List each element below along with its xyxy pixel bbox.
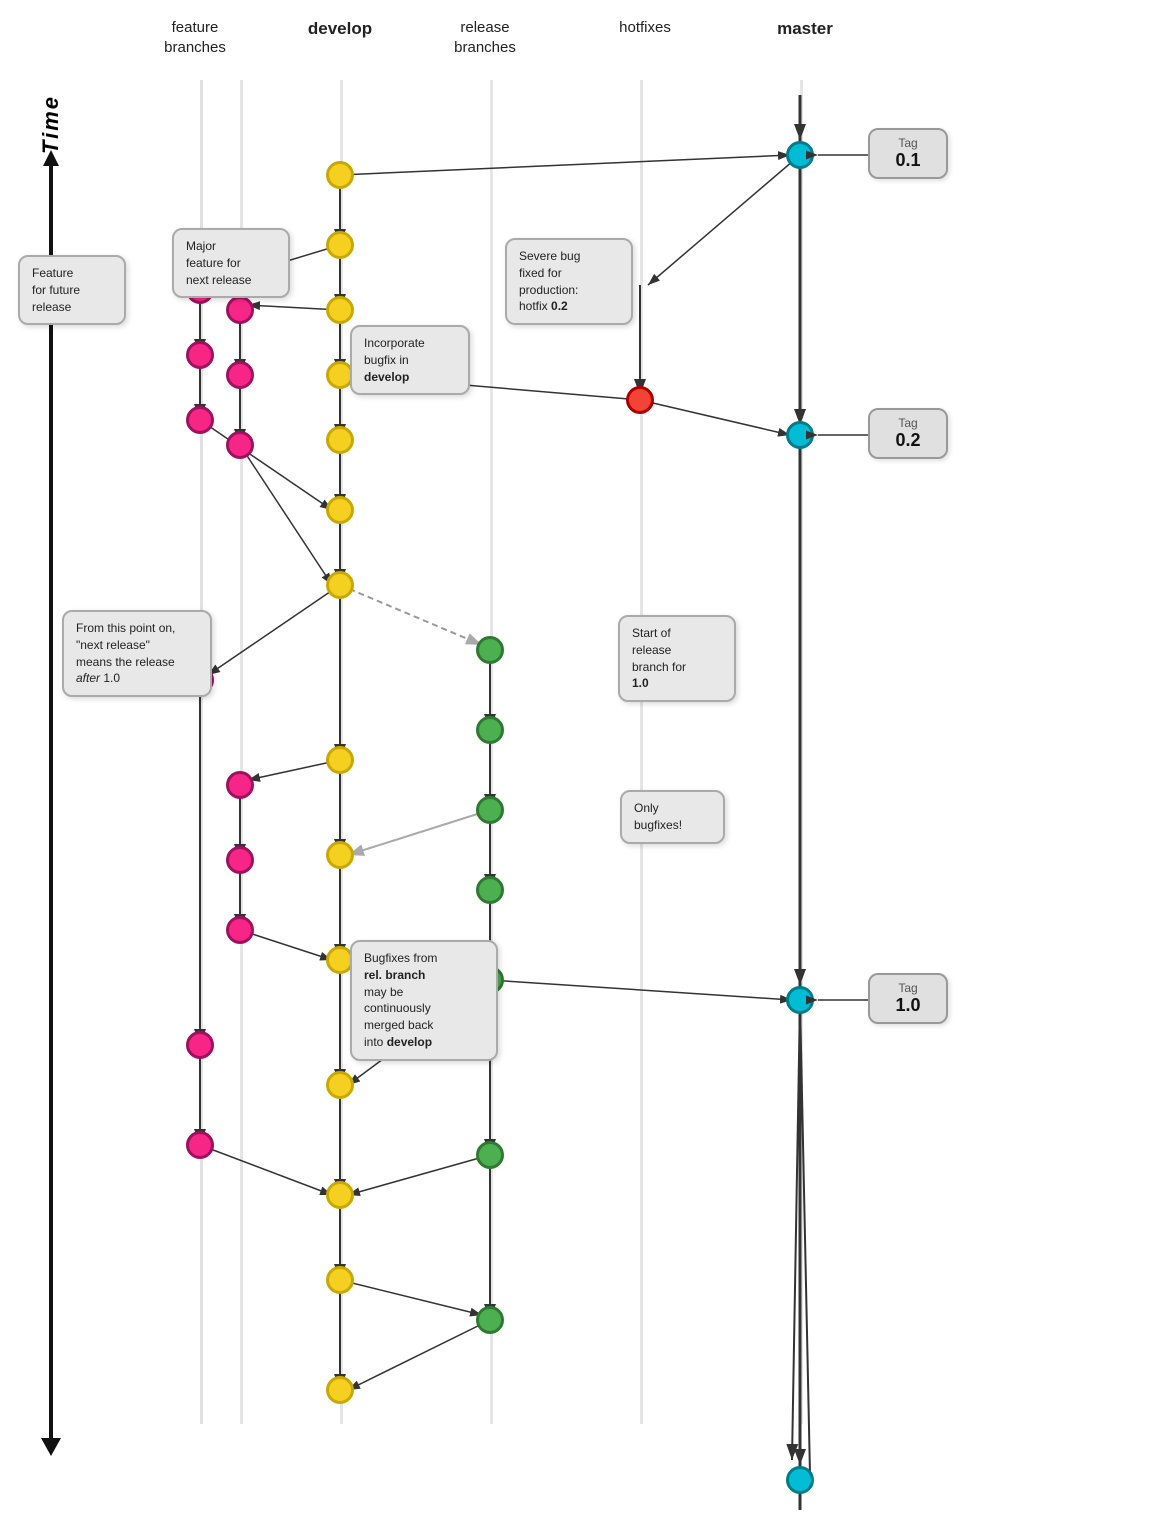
callout-next-release-means: From this point on,"next release"means t… (62, 610, 212, 697)
callout-start-release: Start ofreleasebranch for1.0 (618, 615, 736, 702)
node-p5 (226, 361, 254, 389)
tag-value-02: 0.2 (884, 430, 932, 451)
callout-feature-future: Featurefor futurerelease (18, 255, 126, 325)
node-p2 (186, 341, 214, 369)
node-r1 (626, 386, 654, 414)
tag-label-10: Tag (884, 981, 932, 995)
callout-bugfixes-merged: Bugfixes fromrel. branchmay becontinuous… (350, 940, 498, 1061)
connections-svg (0, 0, 1150, 1524)
node-y13 (326, 1266, 354, 1294)
node-y1 (326, 161, 354, 189)
tag-box-10: Tag 1.0 (868, 973, 948, 1024)
branch-line-hotfixes (640, 80, 643, 1424)
tag-value-10: 1.0 (884, 995, 932, 1016)
callout-major-feature: Majorfeature fornext release (172, 228, 290, 298)
node-p9 (226, 846, 254, 874)
node-p6 (226, 431, 254, 459)
tag-box-01: Tag 0.1 (868, 128, 948, 179)
node-g1 (476, 636, 504, 664)
node-p12 (186, 1131, 214, 1159)
node-y14 (326, 1376, 354, 1404)
time-line (49, 162, 53, 1442)
col-header-master: master (755, 18, 855, 40)
tag-label-02: Tag (884, 416, 932, 430)
node-y12 (326, 1181, 354, 1209)
callout-incorporate-bugfix: Incorporatebugfix indevelop (350, 325, 470, 395)
node-g6 (476, 1141, 504, 1169)
node-y3 (326, 296, 354, 324)
node-y8 (326, 746, 354, 774)
branch-line-master (800, 80, 803, 1424)
col-header-feature: feature branches (145, 18, 245, 57)
branch-line-release (490, 80, 493, 1424)
node-g7 (476, 1306, 504, 1334)
node-c4 (786, 1466, 814, 1494)
node-p11 (186, 1031, 214, 1059)
node-y11 (326, 1071, 354, 1099)
col-header-develop: develop (290, 18, 390, 40)
node-y7 (326, 571, 354, 599)
node-g4 (476, 876, 504, 904)
callout-only-bugfixes: Onlybugfixes! (620, 790, 725, 844)
node-g2 (476, 716, 504, 744)
node-y5 (326, 426, 354, 454)
col-header-release: release branches (435, 18, 535, 57)
node-c3 (786, 986, 814, 1014)
node-y6 (326, 496, 354, 524)
node-c1 (786, 141, 814, 169)
col-header-hotfixes: hotfixes (595, 18, 695, 38)
node-y9 (326, 841, 354, 869)
node-g3 (476, 796, 504, 824)
diagram-container: Time feature branches develop release br… (0, 0, 1150, 1524)
callout-severe-bug: Severe bugfixed forproduction:hotfix 0.2 (505, 238, 633, 325)
node-c2 (786, 421, 814, 449)
node-y2 (326, 231, 354, 259)
node-p3 (186, 406, 214, 434)
node-p8 (226, 771, 254, 799)
tag-label-01: Tag (884, 136, 932, 150)
tag-box-02: Tag 0.2 (868, 408, 948, 459)
tag-value-01: 0.1 (884, 150, 932, 171)
time-label: Time (38, 95, 64, 154)
node-p10 (226, 916, 254, 944)
node-p4 (226, 296, 254, 324)
